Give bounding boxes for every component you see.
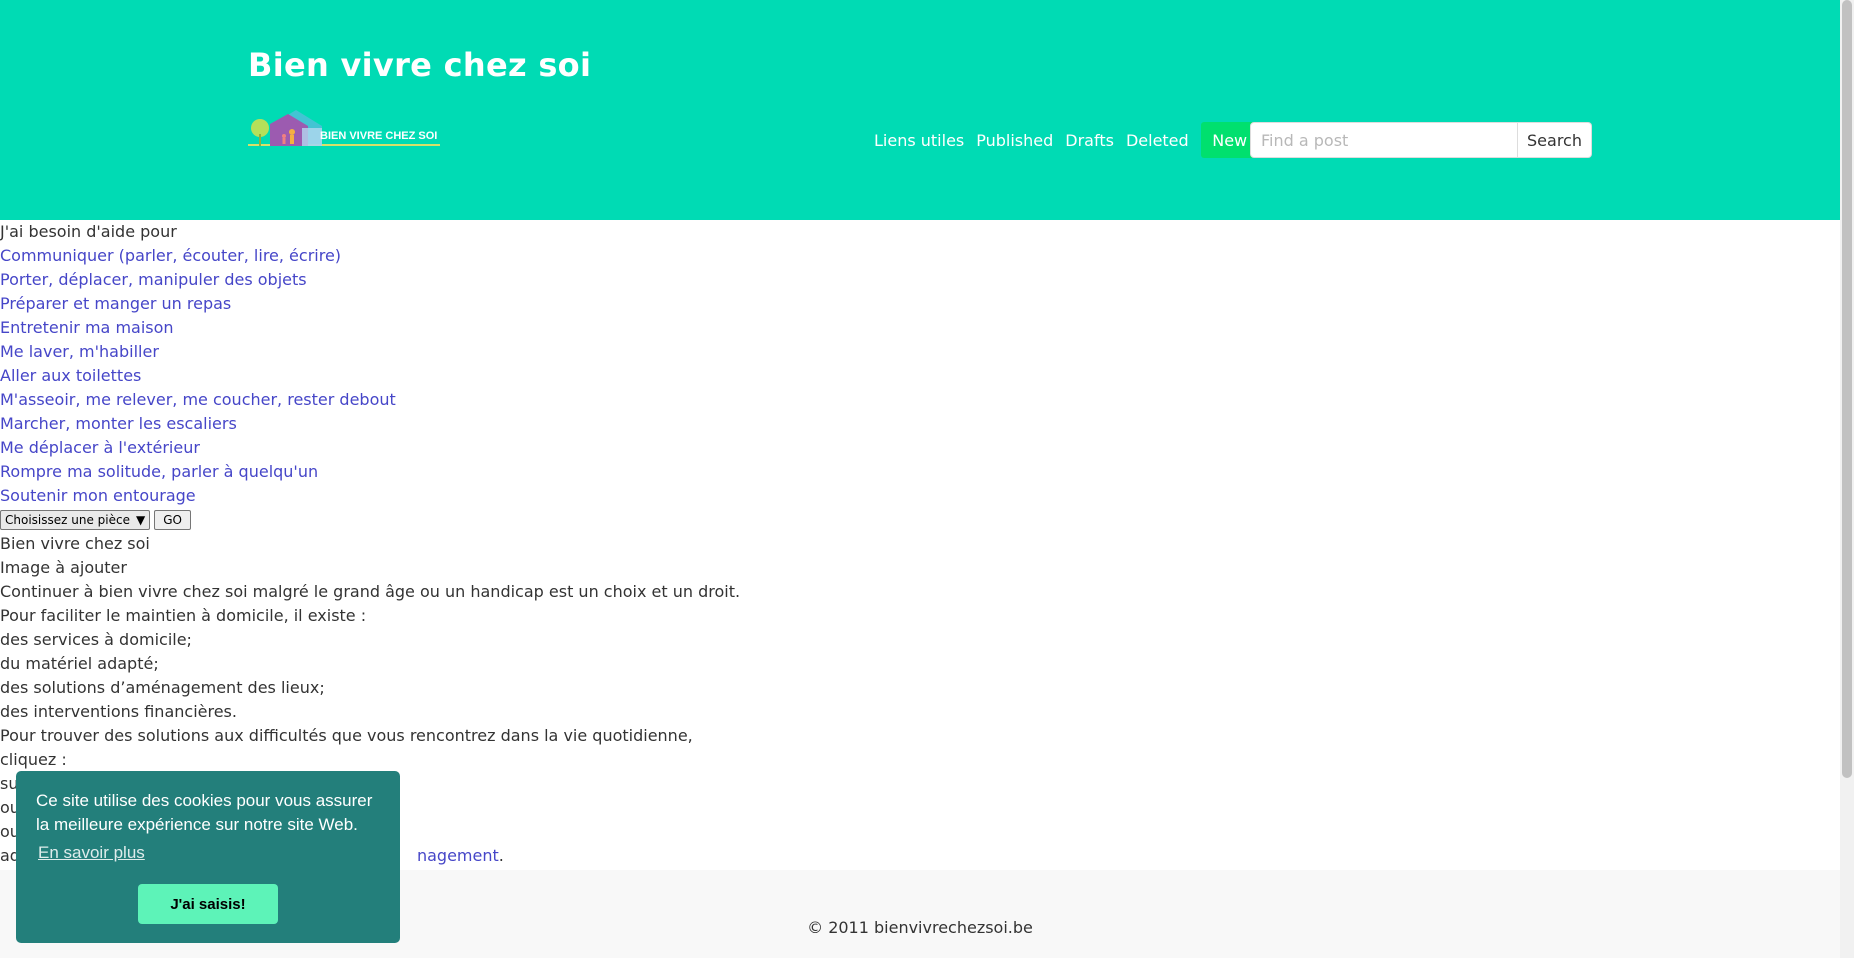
- help-link-porter[interactable]: Porter, déplacer, manipuler des objets: [0, 270, 307, 289]
- room-chooser: Choisissez une pièce ▼ GO: [0, 508, 1840, 532]
- room-select-value: Choisissez une pièce: [5, 513, 130, 527]
- help-link-deplacer[interactable]: Me déplacer à l'extérieur: [0, 438, 200, 457]
- site-header: Bien vivre chez soi BIEN VIVRE CHEZ SOI …: [0, 0, 1840, 220]
- help-link-marcher[interactable]: Marcher, monter les escaliers: [0, 414, 237, 433]
- nav-liens-utiles[interactable]: Liens utiles: [874, 131, 964, 150]
- help-link-toilettes[interactable]: Aller aux toilettes: [0, 366, 141, 385]
- logo-text: BIEN VIVRE CHEZ SOI: [320, 130, 437, 142]
- section-title: Bien vivre chez soi: [0, 534, 150, 553]
- paragraph: Pour faciliter le maintien à domicile, i…: [0, 606, 367, 625]
- cookie-message: Ce site utilise des cookies pour vous as…: [36, 791, 373, 834]
- help-link-repas[interactable]: Préparer et manger un repas: [0, 294, 231, 313]
- help-link-laver[interactable]: Me laver, m'habiller: [0, 342, 159, 361]
- paragraph-last-suffix: .: [498, 846, 504, 865]
- dropdown-arrow-icon: ▼: [135, 513, 146, 527]
- paragraph: des solutions d’aménagement des lieux;: [0, 678, 325, 697]
- search-form: Search: [1250, 122, 1592, 158]
- help-link-communiquer[interactable]: Communiquer (parler, écouter, lire, écri…: [0, 246, 341, 265]
- paragraph: cliquez :: [0, 750, 67, 769]
- help-link-solitude[interactable]: Rompre ma solitude, parler à quelqu'un: [0, 462, 318, 481]
- room-select[interactable]: Choisissez une pièce ▼: [0, 510, 151, 530]
- help-link-entourage[interactable]: Soutenir mon entourage: [0, 486, 196, 505]
- paragraph: du matériel adapté;: [0, 654, 159, 673]
- broken-image-placeholder: Image à ajouter: [0, 558, 127, 577]
- scrollbar-thumb[interactable]: [1842, 0, 1852, 778]
- house-logo-icon[interactable]: BIEN VIVRE CHEZ SOI: [248, 106, 440, 154]
- amenagement-link[interactable]: nagement: [417, 846, 499, 865]
- help-link-maison[interactable]: Entretenir ma maison: [0, 318, 174, 337]
- paragraph: Pour trouver des solutions aux difficult…: [0, 726, 693, 745]
- cookie-accept-button[interactable]: J'ai saisis!: [138, 884, 278, 924]
- paragraph: Continuer à bien vivre chez soi malgré l…: [0, 582, 741, 601]
- main-nav: Liens utiles Published Drafts Deleted Ne…: [874, 122, 1259, 158]
- help-intro: J'ai besoin d'aide pour: [0, 222, 177, 241]
- search-input[interactable]: [1250, 122, 1518, 158]
- cookie-learn-more-link[interactable]: En savoir plus: [38, 843, 145, 863]
- nav-drafts[interactable]: Drafts: [1065, 131, 1114, 150]
- nav-published[interactable]: Published: [976, 131, 1053, 150]
- nav-deleted[interactable]: Deleted: [1126, 131, 1189, 150]
- site-title[interactable]: Bien vivre chez soi: [248, 46, 591, 84]
- search-button[interactable]: Search: [1518, 122, 1592, 158]
- vertical-scrollbar[interactable]: [1840, 0, 1854, 958]
- help-link-asseoir[interactable]: M'asseoir, me relever, me coucher, reste…: [0, 390, 396, 409]
- paragraph: des interventions financières.: [0, 702, 237, 721]
- go-button[interactable]: GO: [154, 510, 191, 530]
- paragraph: des services à domicile;: [0, 630, 192, 649]
- cookie-banner: Ce site utilise des cookies pour vous as…: [16, 771, 400, 943]
